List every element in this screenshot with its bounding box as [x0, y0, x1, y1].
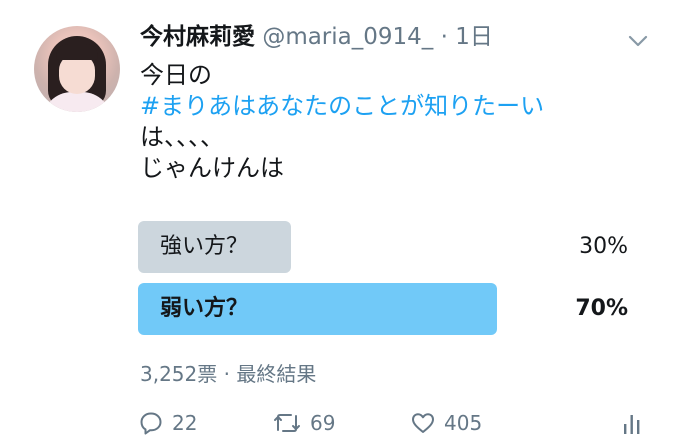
- tweet-text-line: 今日の: [140, 61, 212, 89]
- retweet-count: 69: [310, 411, 336, 435]
- poll-option-label: 弱い方？: [160, 296, 249, 321]
- analytics-button[interactable]: [622, 408, 642, 438]
- header-separator: ·: [440, 24, 448, 50]
- poll-option-label: 強い方？: [160, 234, 249, 259]
- poll-option-bar: 強い方？: [138, 221, 291, 273]
- reply-icon: [138, 410, 164, 436]
- avatar[interactable]: [34, 26, 120, 112]
- like-button[interactable]: 405: [410, 408, 482, 438]
- retweet-button[interactable]: 69: [272, 408, 335, 438]
- poll-option-bar-winner: 弱い方？: [138, 283, 497, 335]
- timestamp[interactable]: 1日: [455, 24, 493, 50]
- poll-meta: 3,252票 · 最終結果: [140, 360, 316, 388]
- poll-status: 最終結果: [236, 362, 317, 386]
- poll-votes: 3,252票: [140, 362, 218, 386]
- heart-icon: [410, 410, 436, 436]
- poll-option-percent: 70%: [575, 296, 628, 321]
- reply-count: 22: [172, 411, 198, 435]
- user-handle[interactable]: @maria_0914_: [262, 24, 433, 50]
- tweet-actions: 22 69 405: [0, 408, 680, 438]
- retweet-icon: [272, 410, 302, 436]
- reply-button[interactable]: 22: [138, 408, 197, 438]
- display-name[interactable]: 今村麻莉愛: [140, 24, 255, 50]
- hashtag-link[interactable]: #まりあはあなたのことが知りたーい: [140, 91, 544, 122]
- tweet-text-line: じゃんけんは: [140, 154, 284, 182]
- analytics-icon: [622, 410, 642, 436]
- like-count: 405: [444, 411, 483, 435]
- chevron-down-icon[interactable]: [627, 30, 649, 52]
- tweet-header: 今村麻莉愛 @maria_0914_ · 1日: [140, 22, 493, 52]
- poll-option-percent: 30%: [579, 234, 628, 259]
- tweet-text: 今日の #まりあはあなたのことが知りたーい は、、、、 じゃんけんは: [140, 60, 544, 184]
- tweet-text-line: は、、、、: [140, 123, 224, 151]
- avatar-bangs: [56, 44, 98, 60]
- avatar-face: [59, 54, 95, 94]
- poll-meta-separator: ·: [223, 362, 230, 386]
